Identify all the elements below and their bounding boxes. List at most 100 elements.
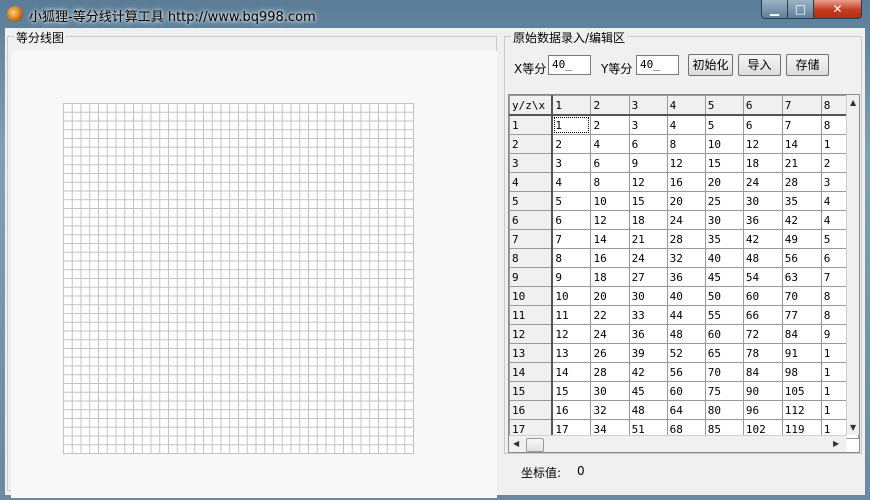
table-cell[interactable]: 80 (704, 400, 744, 420)
scroll-left-icon[interactable]: ◀ (513, 439, 519, 448)
table-cell[interactable]: 30 (590, 381, 630, 401)
column-header[interactable]: 5 (704, 95, 744, 116)
scroll-up-icon[interactable]: ▲ (850, 98, 856, 107)
table-cell[interactable]: 10 (590, 191, 630, 211)
table-cell[interactable]: 5 (704, 114, 744, 135)
table-cell[interactable]: 66 (742, 305, 783, 325)
save-button[interactable]: 存储 (786, 54, 829, 76)
table-row[interactable]: 2 2 4 6 8 10 12 14 1 (509, 134, 859, 154)
table-cell[interactable]: 16 (551, 400, 592, 420)
scroll-right-icon[interactable]: ▶ (833, 439, 839, 448)
table-cell[interactable]: 16 (590, 248, 630, 268)
table-cell[interactable]: 6 (590, 153, 630, 173)
table-cell[interactable]: 12 (628, 172, 668, 192)
table-cell[interactable]: 18 (628, 210, 668, 230)
table-cell[interactable]: 1 (551, 114, 592, 135)
import-button[interactable]: 导入 (738, 54, 781, 76)
table-cell[interactable]: 75 (704, 381, 744, 401)
table-cell[interactable]: 3 (628, 114, 668, 135)
table-cell[interactable]: 49 (781, 229, 822, 249)
table-cell[interactable]: 21 (628, 229, 668, 249)
table-cell[interactable]: 42 (742, 229, 783, 249)
table-cell[interactable]: 12 (551, 324, 592, 344)
row-header[interactable]: 5 (509, 191, 554, 211)
data-grid[interactable]: y/z\x 12345678 1 1 2 3 4 5 6 7 8 2 2 4 6 8 10 12 14 1 3 3 6 9… (508, 94, 860, 453)
table-cell[interactable]: 10 (704, 134, 744, 154)
table-cell[interactable]: 32 (590, 400, 630, 420)
table-cell[interactable]: 77 (781, 305, 822, 325)
table-cell[interactable]: 5 (551, 191, 592, 211)
table-row[interactable]: 12 12 24 36 48 60 72 84 9 (509, 324, 859, 344)
table-cell[interactable]: 13 (551, 343, 592, 363)
table-cell[interactable]: 3 (551, 153, 592, 173)
table-row[interactable]: 13 13 26 39 52 65 78 91 1 (509, 343, 859, 363)
table-row[interactable]: 7 7 14 21 28 35 42 49 5 (509, 229, 859, 249)
row-header[interactable]: 6 (509, 210, 554, 230)
table-cell[interactable]: 54 (742, 267, 783, 287)
table-cell[interactable]: 30 (628, 286, 668, 306)
table-cell[interactable]: 25 (704, 191, 744, 211)
table-cell[interactable]: 44 (666, 305, 706, 325)
table-row[interactable]: 8 8 16 24 32 40 48 56 6 (509, 248, 859, 268)
table-cell[interactable]: 20 (666, 191, 706, 211)
table-cell[interactable]: 6 (742, 114, 783, 135)
table-cell[interactable]: 48 (742, 248, 783, 268)
row-header[interactable]: 4 (509, 172, 554, 192)
table-cell[interactable]: 24 (666, 210, 706, 230)
table-cell[interactable]: 32 (666, 248, 706, 268)
chart-canvas[interactable] (11, 51, 497, 498)
table-cell[interactable]: 36 (628, 324, 668, 344)
table-cell[interactable]: 64 (666, 400, 706, 420)
table-cell[interactable]: 36 (666, 267, 706, 287)
table-cell[interactable]: 42 (781, 210, 822, 230)
horizontal-scrollbar[interactable]: ◀ ▶ (509, 435, 846, 452)
table-cell[interactable]: 2 (551, 134, 592, 154)
table-cell[interactable]: 70 (704, 362, 744, 382)
table-cell[interactable]: 40 (704, 248, 744, 268)
table-cell[interactable]: 90 (742, 381, 783, 401)
column-header[interactable]: 6 (742, 95, 783, 116)
table-cell[interactable]: 28 (781, 172, 822, 192)
table-cell[interactable]: 4 (590, 134, 630, 154)
table-cell[interactable]: 16 (666, 172, 706, 192)
row-header[interactable]: 12 (509, 324, 554, 344)
row-header[interactable]: 13 (509, 343, 554, 363)
row-header[interactable]: 9 (509, 267, 554, 287)
table-cell[interactable]: 12 (742, 134, 783, 154)
table-cell[interactable]: 36 (742, 210, 783, 230)
table-cell[interactable]: 21 (781, 153, 822, 173)
table-cell[interactable]: 45 (628, 381, 668, 401)
table-row[interactable]: 4 4 8 12 16 20 24 28 3 (509, 172, 859, 192)
table-row[interactable]: 3 3 6 9 12 15 18 21 2 (509, 153, 859, 173)
table-cell[interactable]: 18 (742, 153, 783, 173)
table-cell[interactable]: 30 (742, 191, 783, 211)
table-cell[interactable]: 20 (590, 286, 630, 306)
table-cell[interactable]: 40 (666, 286, 706, 306)
table-cell[interactable]: 20 (704, 172, 744, 192)
table-cell[interactable]: 52 (666, 343, 706, 363)
table-cell[interactable]: 98 (781, 362, 822, 382)
table-cell[interactable]: 65 (704, 343, 744, 363)
table-cell[interactable]: 15 (704, 153, 744, 173)
table-cell[interactable]: 48 (666, 324, 706, 344)
table-cell[interactable]: 11 (551, 305, 592, 325)
table-row[interactable]: 6 6 12 18 24 30 36 42 4 (509, 210, 859, 230)
table-cell[interactable]: 28 (590, 362, 630, 382)
table-cell[interactable]: 56 (666, 362, 706, 382)
row-header[interactable]: 11 (509, 305, 554, 325)
table-cell[interactable]: 48 (628, 400, 668, 420)
table-cell[interactable]: 14 (781, 134, 822, 154)
table-cell[interactable]: 84 (742, 362, 783, 382)
column-header[interactable]: 7 (781, 95, 822, 116)
table-cell[interactable]: 6 (628, 134, 668, 154)
table-cell[interactable]: 60 (666, 381, 706, 401)
x-divisions-input[interactable]: 40_ (548, 55, 591, 75)
title-bar[interactable]: 小狐狸-等分线计算工具 http://www.bq998.com ▁ □ ✕ (0, 0, 870, 28)
maximize-button[interactable]: □ (787, 0, 814, 19)
table-cell[interactable]: 8 (551, 248, 592, 268)
table-cell[interactable]: 22 (590, 305, 630, 325)
table-cell[interactable]: 78 (742, 343, 783, 363)
close-button[interactable]: ✕ (813, 0, 862, 19)
table-row[interactable]: 5 5 10 15 20 25 30 35 4 (509, 191, 859, 211)
table-cell[interactable]: 26 (590, 343, 630, 363)
